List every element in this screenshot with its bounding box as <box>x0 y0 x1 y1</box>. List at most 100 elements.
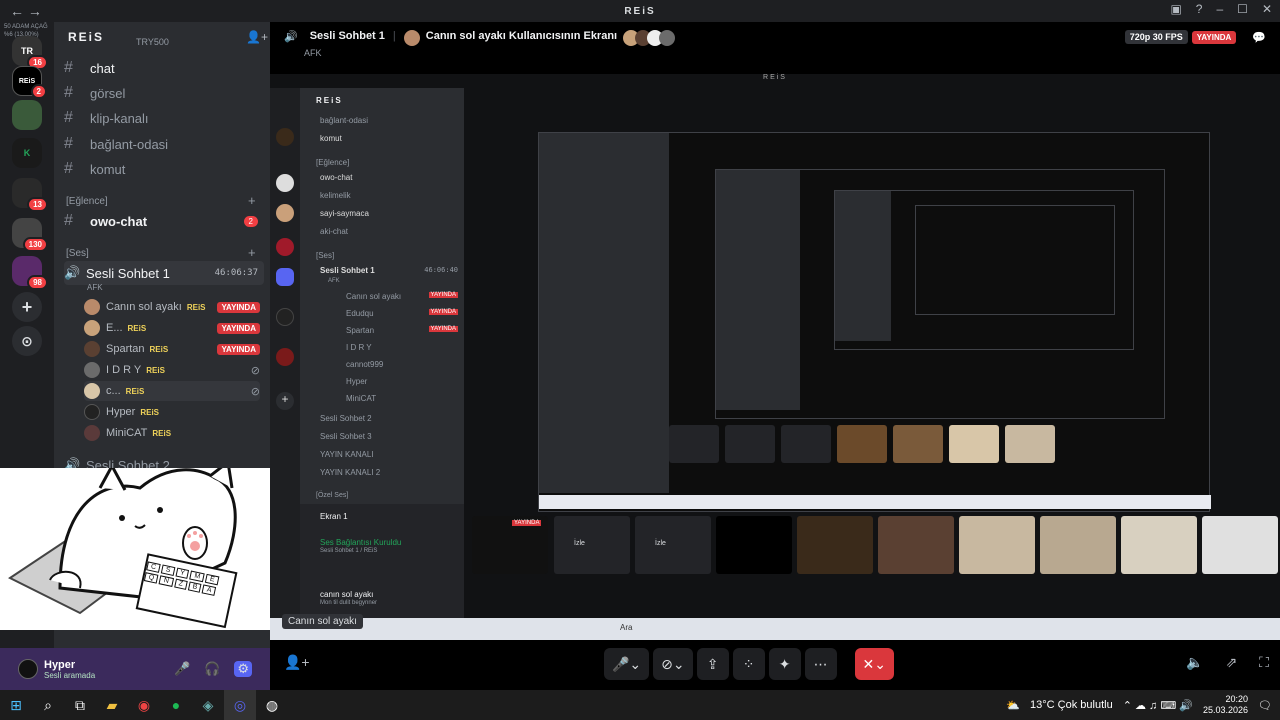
user-panel: Hyper Sesli aramada 🎤 🎧 ⚙ <box>0 648 270 690</box>
inner-server-icon <box>276 204 294 222</box>
invite-people-icon[interactable]: 👤+ <box>284 654 310 671</box>
hash-icon: # <box>64 212 73 229</box>
voice-member[interactable]: MiniCAT REiS <box>84 423 260 443</box>
notification-icon[interactable]: 🗨 <box>1258 699 1272 712</box>
channel-chat[interactable]: # chat <box>64 56 264 80</box>
os-taskbar: ⊞ ⌕ ⧉ ▰ ◉ ● ◈ ◎ ◍ ⛅ 13°C Çok bulutlu ⌃ ☁… <box>0 690 1280 720</box>
server-name[interactable]: REiS <box>68 30 104 44</box>
inner-rail: + <box>270 88 300 618</box>
inbox-icon[interactable]: ▣ <box>1170 2 1181 16</box>
user-name: Hyper <box>44 658 76 671</box>
avatar[interactable] <box>18 659 38 679</box>
obs-icon[interactable]: ◍ <box>256 690 288 720</box>
app-icon[interactable]: ◈ <box>192 690 224 720</box>
stream-channel[interactable]: Sesli Sohbet 1 <box>310 30 385 42</box>
leave-call-button[interactable]: ✕ ⌄ <box>854 648 894 680</box>
voice-channel-label: Sesli Sohbet 1 <box>86 265 170 281</box>
file-explorer-icon[interactable]: ▰ <box>96 690 128 720</box>
voice-member[interactable]: Canın sol ayakı REiS YAYINDA <box>84 297 260 317</box>
soundboard-button[interactable]: ✦ <box>768 648 801 680</box>
category-eglence[interactable]: [Eğlence] <box>66 196 108 207</box>
tile <box>837 425 887 463</box>
live-badge: YAYINDA <box>217 343 260 355</box>
add-voice-icon[interactable]: + <box>248 245 256 260</box>
channel-gorsel[interactable]: # görsel <box>64 81 264 105</box>
maximize-button[interactable]: ☐ <box>1237 2 1248 16</box>
server-folder-icon-5[interactable]: 98 <box>12 256 48 290</box>
volume-icon[interactable]: 🔈 <box>1186 654 1203 671</box>
shared-screen: REiS + REiS bağlant-odasi komut [Eğlence… <box>270 74 1280 640</box>
server-icon-reis[interactable]: REiS 2 <box>12 66 47 99</box>
stream-tile <box>1040 516 1116 574</box>
tile <box>893 425 943 463</box>
voice-member[interactable]: I D R Y REiS ⊘ <box>84 360 260 380</box>
nested-tiles-row <box>669 425 1199 465</box>
voice-member[interactable]: c... REiS ⊘ <box>84 381 260 401</box>
inner-server-icon <box>276 174 294 192</box>
channel-label: klip-kanalı <box>90 110 149 126</box>
voice-channel-1[interactable]: 🔊 Sesli Sohbet 1 46:06:37 <box>64 261 264 285</box>
settings-icon[interactable]: ⚙ <box>234 661 252 677</box>
stream-tile-watch: İzle <box>554 516 630 574</box>
search-icon[interactable]: ⌕ <box>32 690 64 720</box>
category-ses[interactable]: [Ses] <box>66 248 89 259</box>
server-folder-icon-4[interactable]: 130 <box>12 218 48 252</box>
chat-icon[interactable]: 💬 <box>1252 31 1266 44</box>
nested-screen-2 <box>538 132 1211 512</box>
fullscreen-icon[interactable]: ⛶ <box>1259 654 1269 671</box>
server-folder-icon-3[interactable]: 13 <box>12 178 48 212</box>
windows-start-icon[interactable]: ⊞ <box>0 690 32 720</box>
channel-komut[interactable]: # komut <box>64 157 264 181</box>
bongo-cat-graphic <box>8 468 238 629</box>
nested-sidebar-4 <box>835 191 891 341</box>
channel-baglant[interactable]: # bağlant-odasi <box>64 132 264 156</box>
mic-icon[interactable]: 🎤 <box>174 661 190 677</box>
discord-taskbar-icon[interactable]: ◎ <box>224 690 256 720</box>
popout-icon[interactable]: ⇗ <box>1225 654 1237 671</box>
live-badge: YAYINDA <box>217 301 260 313</box>
inner-server-icon <box>276 348 294 366</box>
nav-back-forward[interactable]: ← → <box>10 3 50 19</box>
channel-label: bağlant-odasi <box>90 136 169 152</box>
add-channel-icon[interactable]: + <box>248 193 256 208</box>
inner-channel-list: REiS bağlant-odasi komut [Eğlence] owo-c… <box>300 88 464 618</box>
weather-icon: ⛅ <box>1006 699 1021 712</box>
tray-icons[interactable]: ⌃ ☁ ♫ ⌨ 🔊 <box>1123 699 1193 712</box>
voice-member[interactable]: Hyper REiS <box>84 402 260 422</box>
more-button[interactable]: ⋯ <box>804 648 837 680</box>
mic-button[interactable]: 🎤 ⌄ <box>604 648 650 680</box>
unread-badge: 2 <box>243 215 258 227</box>
avatar <box>84 404 100 420</box>
channel-klip[interactable]: # klip-kanalı <box>64 106 264 130</box>
server-icon-tr[interactable]: TR 16 <box>12 36 48 70</box>
avatar <box>84 341 100 357</box>
nested-screen-5 <box>915 205 1115 315</box>
close-button[interactable]: ✕ <box>1262 2 1272 16</box>
voice-member[interactable]: Spartan REiS YAYINDA <box>84 339 260 359</box>
stream-tile-live: YAYINDA <box>472 516 548 574</box>
activities-button[interactable]: ⁘ <box>732 648 765 680</box>
stream-caption: Canın sol ayakı <box>282 614 363 629</box>
server-folder-icon[interactable] <box>12 100 42 130</box>
camera-button[interactable]: ⊘ ⌄ <box>653 648 693 680</box>
explore-servers-button[interactable]: ⊙ <box>12 326 42 356</box>
speaker-icon: 🔊 <box>284 31 298 43</box>
server-folder-icon-2[interactable]: K <box>12 138 42 168</box>
clock[interactable]: 20:20 25.03.2026 <box>1203 694 1248 716</box>
spotify-icon[interactable]: ● <box>160 690 192 720</box>
help-icon[interactable]: ? <box>1196 2 1203 16</box>
task-view-icon[interactable]: ⧉ <box>64 690 96 720</box>
avatar <box>84 425 100 441</box>
invite-icon[interactable]: 👤+ <box>246 30 268 44</box>
weather-text[interactable]: 13°C Çok bulutlu <box>1030 699 1113 711</box>
voice-member[interactable]: E... REiS YAYINDA <box>84 318 260 338</box>
headphones-icon[interactable]: 🎧 <box>204 661 220 677</box>
add-server-button[interactable]: + <box>12 292 42 322</box>
app-title: REiS <box>624 5 656 17</box>
channel-owo-chat[interactable]: # owo-chat 2 <box>64 209 264 233</box>
share-screen-button[interactable]: ⇪ <box>696 648 729 680</box>
chrome-icon[interactable]: ◉ <box>128 690 160 720</box>
minimize-button[interactable]: – <box>1216 2 1223 16</box>
muted-icon: ⊘ <box>250 364 260 377</box>
hash-icon: # <box>64 109 73 126</box>
